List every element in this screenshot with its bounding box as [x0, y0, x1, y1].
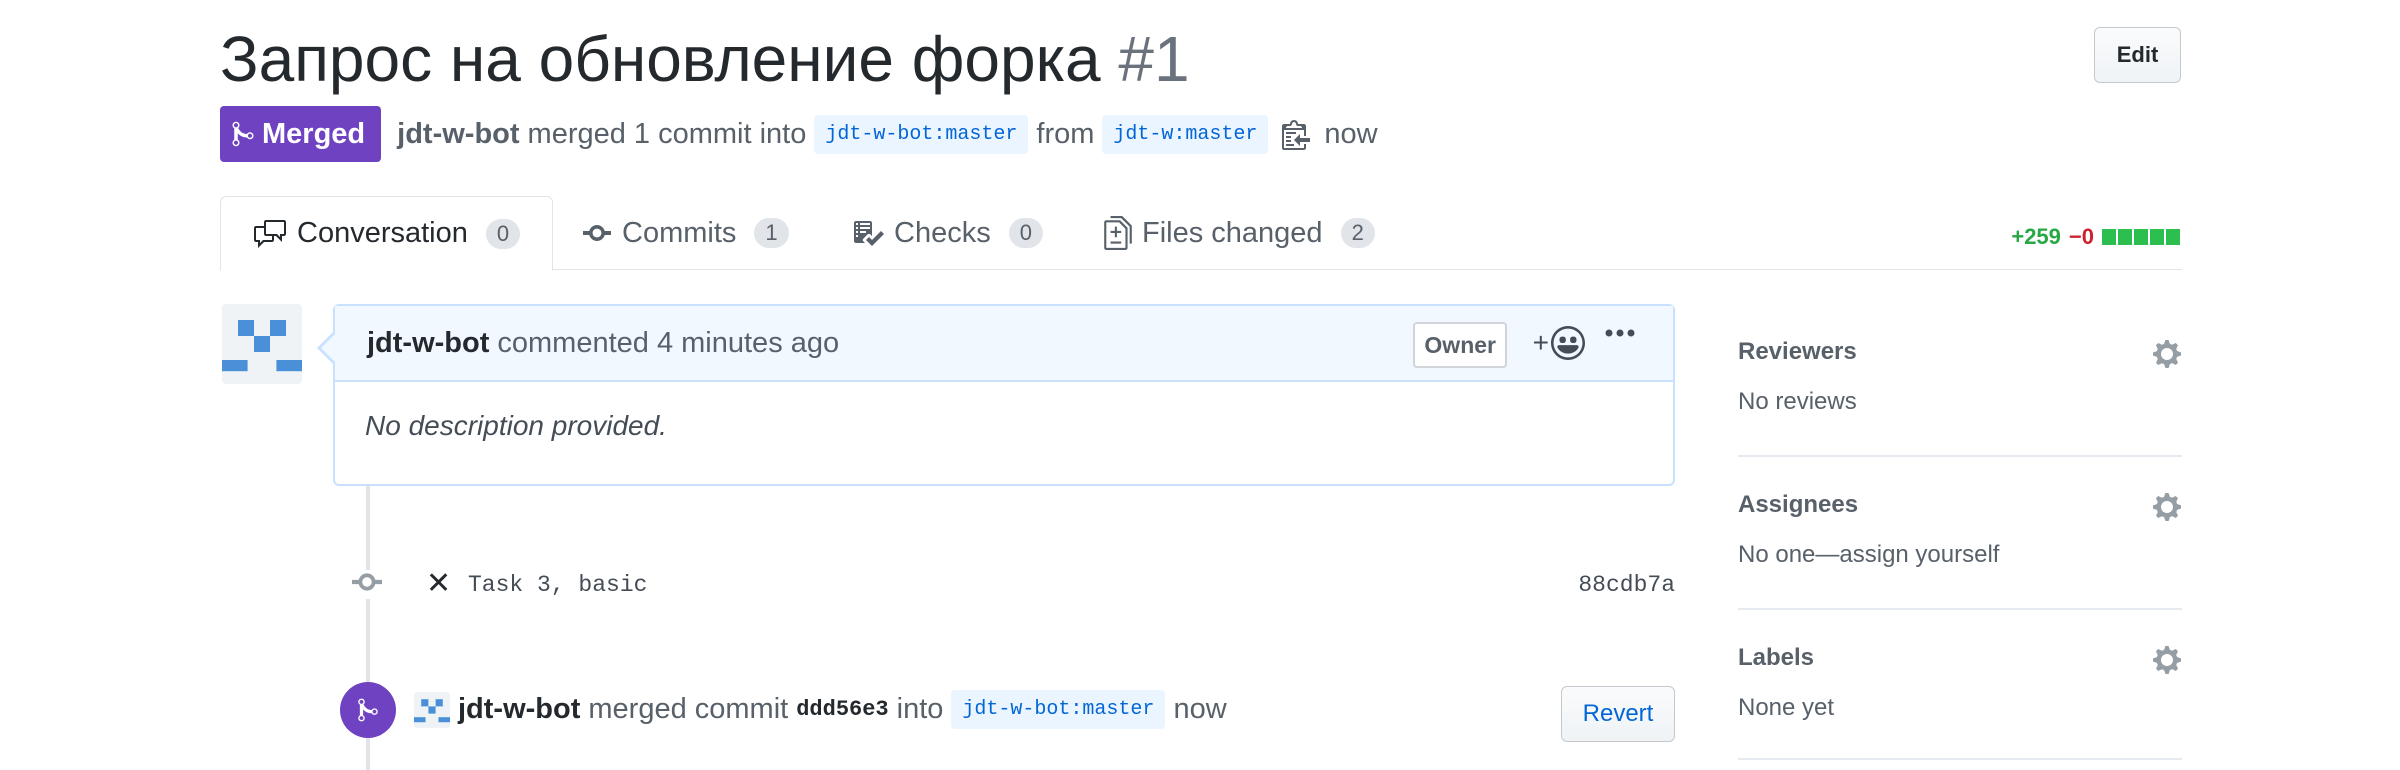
head-branch[interactable]: jdt-w:master — [1102, 114, 1269, 154]
status-badge: Merged — [220, 106, 382, 162]
sidebar-value: No reviews — [1738, 388, 1857, 415]
merge-action: merged commit — [588, 693, 789, 725]
tab-commits[interactable]: Commits 1 — [582, 196, 789, 270]
sidebar-title: Assignees — [1738, 491, 1859, 518]
commit-icon — [582, 217, 622, 249]
diffstat-additions: +259 — [2011, 224, 2061, 249]
comment-timestamp[interactable]: commented 4 minutes ago — [497, 327, 839, 360]
merge-icon — [232, 120, 262, 148]
gear-icon[interactable] — [2152, 338, 2182, 375]
tab-checks[interactable]: Checks 0 — [852, 196, 1043, 270]
commit-sha[interactable]: 88cdb7a — [1578, 572, 1675, 598]
tab-counter: 2 — [1340, 218, 1375, 248]
tab-counter: 0 — [1008, 218, 1043, 248]
status-label: Merged — [262, 117, 366, 150]
merge-author[interactable]: jdt-w-bot — [458, 693, 580, 726]
sidebar-title: Labels — [1738, 644, 1815, 671]
tab-counter: 0 — [485, 218, 521, 249]
smiley-icon — [1551, 326, 1585, 360]
tab-counter: 1 — [754, 218, 789, 248]
merge-event-icon — [340, 682, 396, 738]
diffstat-block — [2166, 229, 2180, 245]
merge-summary: merged 1 commit into — [527, 117, 807, 150]
timeline-merge-event: jdt-w-bot merged commit ddd56e3 into jdt… — [340, 680, 1675, 742]
tab-files-changed[interactable]: Files changed 2 — [1104, 196, 1375, 270]
diffstat-block — [2102, 229, 2116, 245]
comment-author[interactable]: jdt-w-bot — [367, 327, 489, 360]
tab-label: Files changed — [1142, 216, 1323, 249]
sidebar-reviewers: Reviewers No reviews — [1738, 304, 2182, 457]
owner-badge: Owner — [1413, 322, 1507, 368]
pr-title: Запрос на обновление форка — [220, 23, 1101, 95]
sidebar-value[interactable]: No one—assign yourself — [1738, 541, 2182, 569]
diffstat-deletions: −0 — [2068, 224, 2094, 249]
comment-box: jdt-w-bot commented 4 minutes ago Owner … — [317, 304, 1675, 486]
commit-node-icon — [352, 570, 382, 599]
comment-header: jdt-w-bot commented 4 minutes ago Owner … — [335, 306, 1673, 382]
pr-tabs: Conversation 0 Commits 1 Checks 0 Files … — [220, 196, 2182, 271]
base-branch[interactable]: jdt-w-bot:master — [814, 114, 1029, 154]
sidebar: Reviewers No reviews Assignees No one—as… — [1738, 304, 2182, 760]
add-reaction-button[interactable]: + — [1533, 326, 1585, 360]
sidebar-title: Reviewers — [1738, 338, 1857, 365]
tab-label: Checks — [894, 216, 991, 249]
timeline-commit: ✕ Task 3, basic 88cdb7a — [340, 556, 1675, 612]
diffstat-block — [2134, 229, 2148, 245]
merge-event-text: jdt-w-bot merged commit ddd56e3 into jdt… — [414, 690, 1227, 729]
commit-message[interactable]: Task 3, basic — [468, 572, 647, 598]
sidebar-assignees: Assignees No one—assign yourself — [1738, 457, 2182, 610]
diffstat[interactable]: +259 −0 — [2011, 224, 2182, 250]
gear-icon[interactable] — [2152, 644, 2182, 681]
plus-label: + — [1532, 327, 1549, 358]
tab-conversation[interactable]: Conversation 0 — [220, 196, 554, 271]
avatar[interactable] — [414, 691, 450, 728]
edit-button[interactable]: Edit — [2094, 27, 2181, 83]
more-options-icon[interactable] — [1605, 328, 1635, 338]
diffstat-block — [2118, 229, 2132, 245]
clipboard-icon[interactable] — [1282, 118, 1311, 150]
revert-button[interactable]: Revert — [1561, 686, 1675, 742]
diffstat-block — [2150, 229, 2164, 245]
merge-event-time[interactable]: now — [1173, 693, 1226, 726]
merge-time: now — [1324, 117, 1378, 150]
diffstat-blocks — [2102, 229, 2182, 245]
tab-label: Commits — [622, 216, 737, 249]
file-diff-icon — [1104, 216, 1142, 250]
comment-body: No description provided. — [365, 410, 667, 441]
pr-meta: Merged jdt-w-bot merged 1 commit into jd… — [220, 106, 1378, 162]
failure-x-icon[interactable]: ✕ — [426, 566, 451, 601]
avatar[interactable] — [222, 304, 302, 384]
sidebar-labels: Labels None yet — [1738, 610, 2182, 760]
merge-target-branch[interactable]: jdt-w-bot:master — [951, 690, 1166, 729]
from-text: from — [1036, 117, 1095, 150]
checklist-icon — [852, 217, 894, 249]
conversation-icon — [253, 218, 297, 250]
gear-icon[interactable] — [2152, 491, 2182, 528]
pr-number: #1 — [1118, 23, 1190, 95]
into-text: into — [896, 693, 944, 725]
pr-author-link[interactable]: jdt-w-bot — [397, 118, 519, 151]
merge-commit-sha[interactable]: ddd56e3 — [796, 697, 888, 722]
sidebar-value: None yet — [1738, 694, 1835, 721]
tab-label: Conversation — [297, 217, 468, 249]
page-title: Запрос на обновление форка #1 — [220, 22, 1190, 96]
